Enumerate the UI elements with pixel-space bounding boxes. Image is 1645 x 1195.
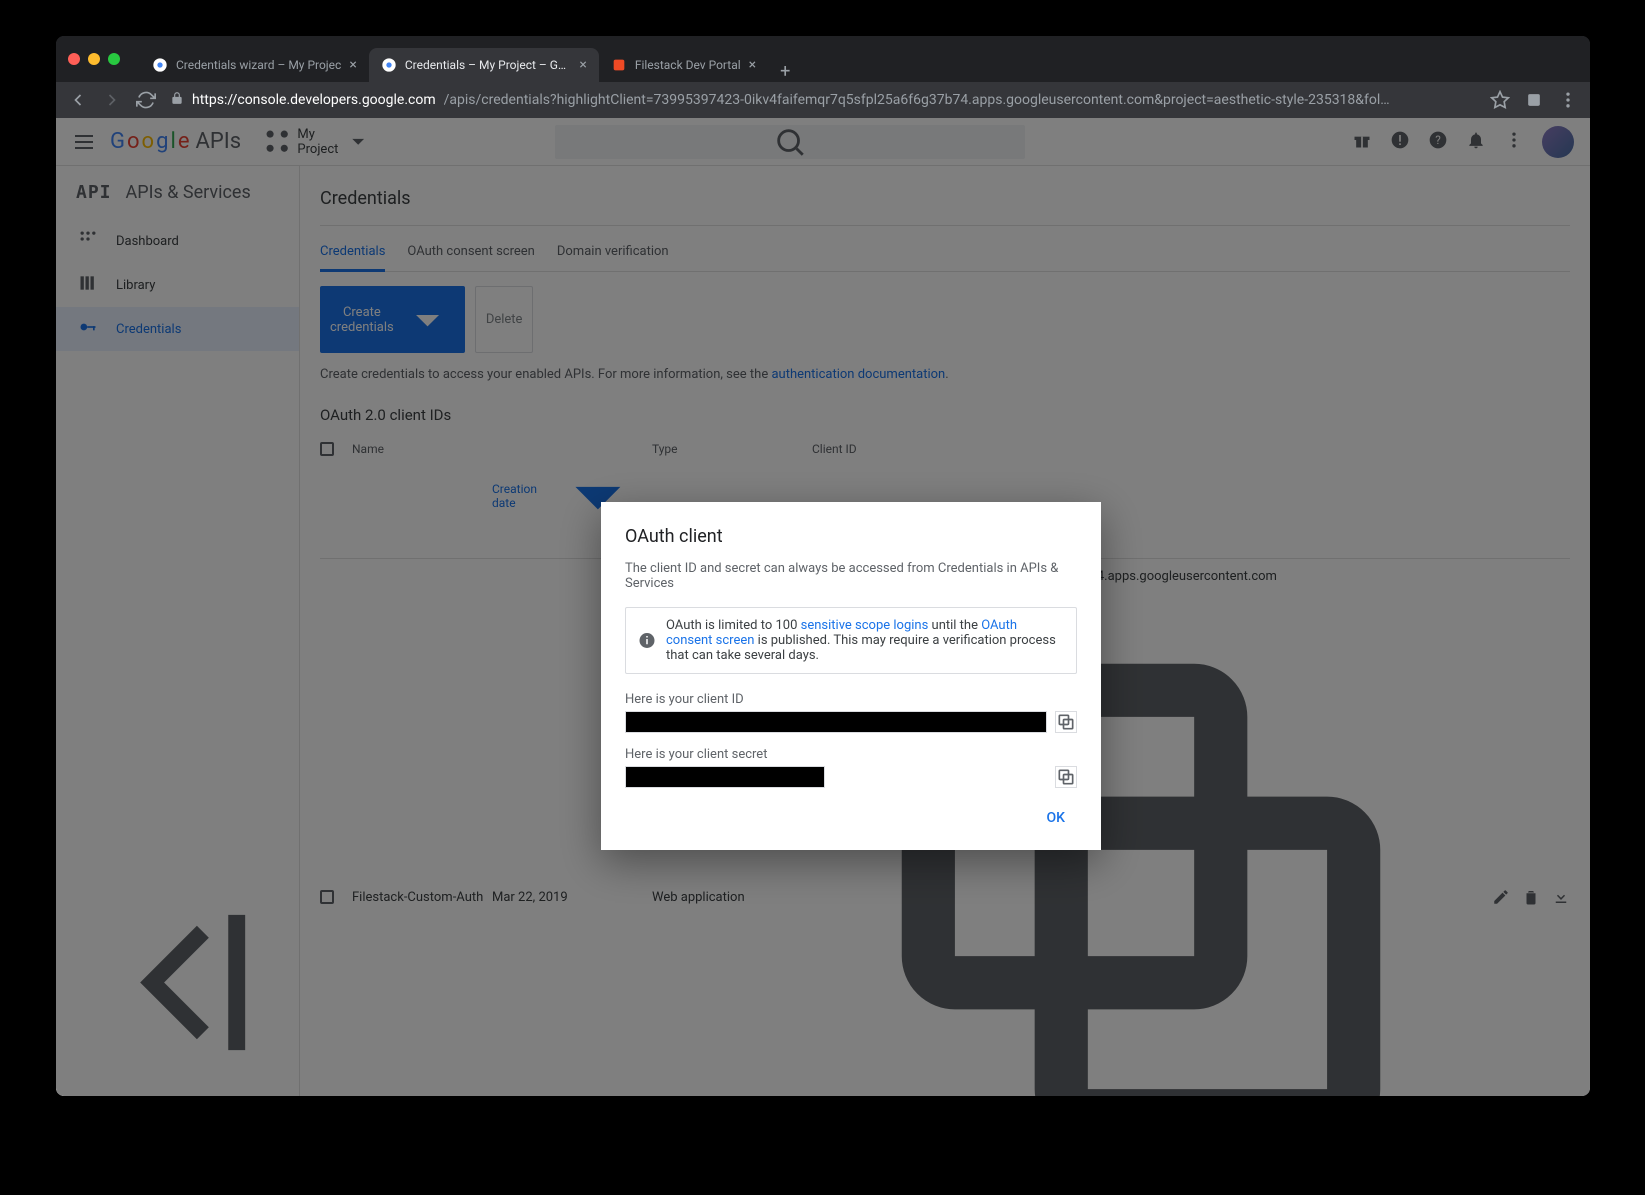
sensitive-scope-link[interactable]: sensitive scope logins <box>801 618 929 633</box>
oauth-client-modal: OAuth client The client ID and secret ca… <box>601 502 1101 850</box>
favicon-icon <box>611 57 627 73</box>
info-box: OAuth is limited to 100 sensitive scope … <box>625 607 1077 674</box>
menu-icon[interactable] <box>1558 90 1578 110</box>
forward-icon[interactable] <box>102 90 122 110</box>
browser-tab[interactable]: Filestack Dev Portal × <box>599 48 768 82</box>
titlebar: Credentials wizard – My Projec × Credent… <box>56 36 1590 82</box>
tab-label: Filestack Dev Portal <box>635 58 741 72</box>
page-content: GoogleAPIs My Project ? API <box>56 118 1590 1096</box>
client-id-label: Here is your client ID <box>625 692 1077 707</box>
url-text[interactable]: https://console.developers.google.com/ap… <box>170 91 1476 109</box>
tab-label: Credentials wizard – My Projec <box>176 58 341 72</box>
url-bar: https://console.developers.google.com/ap… <box>56 82 1590 118</box>
copy-client-secret-button[interactable] <box>1055 766 1077 788</box>
client-id-field[interactable] <box>625 711 1047 733</box>
tab-close-icon[interactable]: × <box>579 57 586 73</box>
url-host: https://console.developers.google.com <box>192 92 436 108</box>
tab-label: Credentials – My Project – Goo <box>405 58 572 72</box>
info-icon <box>638 618 656 663</box>
ok-button[interactable]: OK <box>1035 802 1078 834</box>
browser-window: Credentials wizard – My Projec × Credent… <box>56 36 1590 1096</box>
maximize-window-icon[interactable] <box>108 53 120 65</box>
extension-icon[interactable] <box>1524 90 1544 110</box>
browser-tabs: Credentials wizard – My Projec × Credent… <box>140 36 802 82</box>
star-icon[interactable] <box>1490 90 1510 110</box>
copy-client-id-button[interactable] <box>1055 711 1077 733</box>
favicon-icon <box>152 57 168 73</box>
close-window-icon[interactable] <box>68 53 80 65</box>
window-controls <box>68 53 120 65</box>
new-tab-button[interactable]: + <box>768 61 802 82</box>
minimize-window-icon[interactable] <box>88 53 100 65</box>
browser-tab[interactable]: Credentials wizard – My Projec × <box>140 48 369 82</box>
modal-description: The client ID and secret can always be a… <box>625 561 1077 591</box>
reload-icon[interactable] <box>136 90 156 110</box>
modal-title: OAuth client <box>625 526 1077 547</box>
url-path: /apis/credentials?highlightClient=739953… <box>444 92 1390 108</box>
tab-close-icon[interactable]: × <box>349 57 356 73</box>
back-icon[interactable] <box>68 90 88 110</box>
client-secret-field[interactable] <box>625 766 825 788</box>
client-secret-label: Here is your client secret <box>625 747 1077 762</box>
tab-close-icon[interactable]: × <box>749 57 756 73</box>
lock-icon <box>170 91 184 109</box>
favicon-icon <box>381 57 397 73</box>
browser-tab-active[interactable]: Credentials – My Project – Goo × <box>369 48 599 82</box>
